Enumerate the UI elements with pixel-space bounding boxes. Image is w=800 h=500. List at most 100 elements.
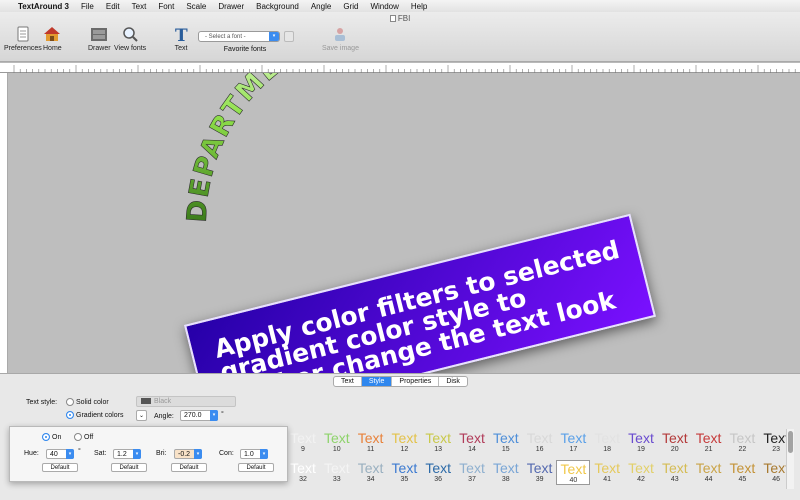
style-panel: Text style: Solid color Black Gradient c… — [26, 396, 246, 426]
preferences-button[interactable]: Preferences — [4, 25, 42, 52]
gradient-style-cell[interactable]: Text 17 — [556, 430, 590, 453]
gradient-sample-text: Text — [492, 460, 519, 476]
menu-window[interactable]: Window — [370, 2, 398, 11]
gradient-sample-text: Text — [290, 460, 316, 476]
gradient-style-number: 10 — [332, 446, 341, 453]
gradient-style-cell[interactable]: Text 14 — [455, 430, 489, 453]
menu-help[interactable]: Help — [411, 2, 427, 11]
menu-edit[interactable]: Edit — [106, 2, 120, 11]
gradient-sample-text: Text — [425, 460, 452, 476]
hue-field[interactable]: 40 ▾ — [46, 449, 74, 459]
gradient-style-cell[interactable]: Text 18 — [590, 430, 624, 453]
menu-app-name[interactable]: TextAround 3 — [18, 2, 69, 11]
gradient-sample-text: Text — [526, 430, 553, 446]
gradient-style-number: 45 — [738, 476, 747, 483]
filter-on-radio[interactable]: On — [42, 433, 61, 441]
scrollbar-thumb[interactable] — [788, 431, 793, 453]
bri-field[interactable]: -0.2 ▾ — [174, 449, 202, 459]
menu-drawer[interactable]: Drawer — [218, 2, 244, 11]
con-field[interactable]: 1.0 ▾ — [240, 449, 268, 459]
gradient-style-cell[interactable]: Text 21 — [692, 430, 726, 453]
menu-angle[interactable]: Angle — [311, 2, 331, 11]
chevron-updown-icon: ▾ — [269, 32, 279, 41]
gradient-sample-text: Text — [425, 430, 452, 446]
sat-default-button[interactable]: Default — [111, 463, 147, 472]
filter-off-radio[interactable]: Off — [74, 433, 93, 441]
gradient-style-cell[interactable]: Text 22 — [725, 430, 759, 453]
gradient-style-cell[interactable]: Text 43 — [658, 460, 692, 483]
chevron-down-icon: ⌄ — [138, 413, 145, 419]
gradient-style-cell[interactable]: Text 38 — [489, 460, 523, 483]
drawer-button[interactable]: Drawer — [88, 25, 111, 52]
gradient-style-cell[interactable]: Text 45 — [725, 460, 759, 483]
bri-default-button[interactable]: Default — [171, 463, 207, 472]
gradient-style-cell[interactable]: Text 13 — [421, 430, 455, 453]
gradient-style-cell[interactable]: Text 16 — [523, 430, 557, 453]
window-title-text: FBI — [397, 14, 411, 23]
gradient-style-cell[interactable]: Text 12 — [387, 430, 421, 453]
tab-style[interactable]: Style — [361, 377, 393, 386]
gradient-style-number: 41 — [603, 476, 612, 483]
preferences-label: Preferences — [4, 45, 42, 52]
menu-background[interactable]: Background — [256, 2, 299, 11]
menu-font[interactable]: Font — [158, 2, 174, 11]
gradient-style-cell[interactable]: Text 42 — [624, 460, 658, 483]
gradient-style-cell[interactable]: Text 36 — [421, 460, 455, 483]
gradient-style-cell[interactable]: Text 35 — [387, 460, 421, 483]
gradient-style-number: 42 — [637, 476, 645, 483]
gradient-style-cell[interactable]: Text 40 — [556, 460, 591, 485]
view-fonts-label: View fonts — [114, 45, 147, 52]
solid-color-radio[interactable]: Solid color — [66, 398, 109, 406]
text-button[interactable]: T Text — [172, 25, 190, 52]
gradient-style-cell[interactable]: Text 11 — [354, 430, 388, 453]
home-button[interactable]: Home — [43, 25, 62, 52]
angle-degree-symbol: ° — [221, 411, 224, 418]
text-label: Text — [174, 45, 188, 52]
add-favorite-font-button[interactable] — [284, 31, 294, 42]
gradient-style-number: 16 — [535, 446, 544, 453]
gradient-style-cell[interactable]: Text 33 — [320, 460, 354, 483]
canvas[interactable]: DEPARTMENT OF JUSTICE Apply color filter… — [8, 73, 800, 428]
gradient-style-cell[interactable]: Text 15 — [489, 430, 523, 453]
gradient-style-cell[interactable]: Text 41 — [590, 460, 624, 483]
gradient-style-cell[interactable]: Text 44 — [692, 460, 726, 483]
document-icon — [389, 15, 396, 23]
magnifier-icon — [121, 25, 139, 43]
gradient-sample-text: Text — [391, 460, 418, 476]
gradient-sample-text: Text — [323, 430, 350, 446]
gradient-style-cell[interactable]: Text 10 — [320, 430, 354, 453]
grid-scrollbar[interactable] — [786, 429, 794, 489]
solid-color-select[interactable]: Black — [136, 396, 236, 407]
menu-grid[interactable]: Grid — [343, 2, 358, 11]
gradient-sample-text: Text — [628, 430, 654, 446]
angle-field[interactable]: 270.0 ▾ — [180, 410, 218, 421]
gradient-style-cell[interactable]: Text 34 — [354, 460, 388, 483]
solid-color-label: Solid color — [76, 398, 109, 406]
gradient-style-cell[interactable]: Text 19 — [624, 430, 658, 453]
font-select[interactable]: - Select a font - ▾ — [198, 31, 280, 42]
tab-properties[interactable]: Properties — [392, 377, 440, 386]
gradient-style-cell[interactable]: Text 9 — [286, 430, 320, 453]
save-image-button[interactable]: Save image — [322, 25, 359, 52]
gradient-style-number: 14 — [468, 446, 476, 453]
view-fonts-button[interactable]: View fonts — [114, 25, 146, 52]
gradient-style-cell[interactable]: Text 37 — [455, 460, 489, 483]
tab-disk[interactable]: Disk — [439, 377, 467, 386]
menu-scale[interactable]: Scale — [186, 2, 206, 11]
menu-file[interactable]: File — [81, 2, 94, 11]
gradient-dropdown[interactable]: ⌄ — [136, 410, 147, 421]
home-label: Home — [43, 45, 62, 52]
hue-default-button[interactable]: Default — [42, 463, 78, 472]
gradient-style-cell[interactable]: Text 20 — [658, 430, 692, 453]
sat-field[interactable]: 1.2 ▾ — [113, 449, 141, 459]
gradient-style-cell[interactable]: Text 32 — [286, 460, 320, 483]
gradient-style-number: 34 — [366, 476, 375, 483]
menu-text[interactable]: Text — [132, 2, 147, 11]
gradient-style-number: 17 — [569, 446, 578, 453]
gradient-style-cell[interactable]: Text 39 — [523, 460, 557, 483]
con-default-button[interactable]: Default — [238, 463, 274, 472]
tab-text[interactable]: Text — [334, 377, 362, 386]
gradient-colors-radio[interactable]: Gradient colors — [66, 411, 123, 419]
gradient-style-number: 43 — [670, 476, 679, 483]
radio-icon — [74, 433, 82, 441]
